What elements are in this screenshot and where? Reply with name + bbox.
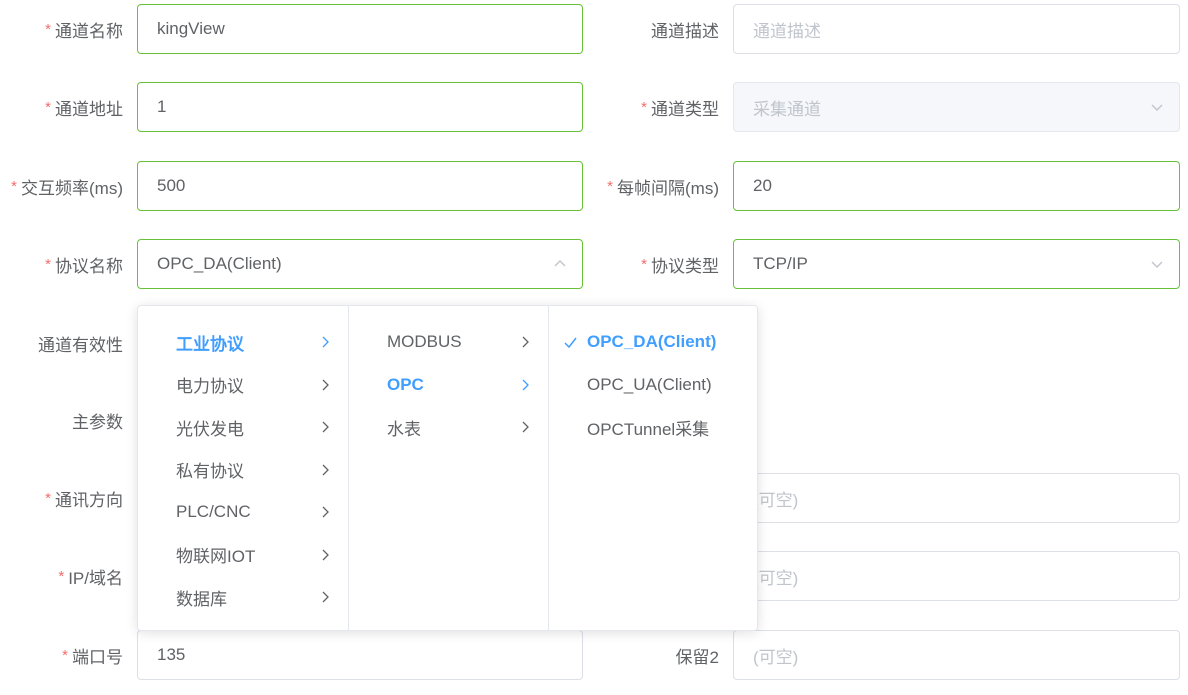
port-input[interactable]: 135 bbox=[137, 630, 583, 680]
right-optional-placeholder-1: (可空) bbox=[753, 490, 799, 510]
channel-name-input[interactable]: kingView bbox=[137, 4, 583, 54]
check-icon bbox=[564, 337, 577, 349]
cascader-option-opc[interactable]: OPC bbox=[349, 364, 548, 407]
cascader-menu-level2: MODBUS OPC 水表 bbox=[349, 306, 549, 630]
interact-freq-value: 500 bbox=[157, 176, 186, 195]
chevron-right-icon bbox=[322, 336, 329, 348]
channel-desc-label: 通道描述 bbox=[651, 21, 719, 41]
channel-addr-label: * 通道地址 bbox=[45, 98, 123, 119]
chevron-right-icon bbox=[322, 549, 329, 560]
channel-type-select[interactable]: 采集通道 bbox=[733, 82, 1180, 132]
chevron-right-icon bbox=[522, 336, 529, 348]
channel-desc-placeholder: 通道描述 bbox=[753, 21, 821, 41]
chevron-right-icon bbox=[522, 379, 529, 390]
right-optional-input-2[interactable]: (可空) bbox=[733, 551, 1180, 601]
cascader-option-pv[interactable]: 光伏发电 bbox=[138, 406, 348, 449]
required-mark: * bbox=[641, 98, 647, 116]
required-mark: * bbox=[641, 255, 647, 273]
channel-name-label: * 通道名称 bbox=[45, 20, 123, 41]
cascader-option-industrial[interactable]: 工业协议 bbox=[138, 321, 348, 364]
chevron-right-icon bbox=[322, 421, 329, 433]
channel-addr-value: 1 bbox=[157, 97, 167, 116]
channel-addr-input[interactable]: 1 bbox=[137, 82, 583, 132]
port-label: * 端口号 bbox=[62, 646, 123, 667]
chevron-right-icon bbox=[322, 506, 329, 518]
comm-direction-label: * 通讯方向 bbox=[45, 489, 123, 510]
cascader-option-opc-da[interactable]: OPC_DA(Client) bbox=[549, 321, 757, 364]
reserve2-label: 保留2 bbox=[675, 647, 719, 667]
chevron-right-icon bbox=[322, 591, 329, 603]
required-mark: * bbox=[58, 567, 65, 585]
cascader-menu-level1: 工业协议 电力协议 光伏发电 私有协议 PLC/CNC 物联网IOT 数据库 bbox=[138, 306, 349, 630]
required-mark: * bbox=[45, 255, 51, 273]
interact-freq-input[interactable]: 500 bbox=[137, 161, 583, 211]
protocol-type-select[interactable]: TCP/IP bbox=[733, 239, 1180, 289]
protocol-cascader-panel: 工业协议 电力协议 光伏发电 私有协议 PLC/CNC 物联网IOT 数据库 M… bbox=[137, 305, 758, 631]
cascader-option-iot[interactable]: 物联网IOT bbox=[138, 534, 348, 577]
chevron-up-icon bbox=[554, 260, 566, 267]
cascader-option-database[interactable]: 数据库 bbox=[138, 576, 348, 619]
reserve2-placeholder: (可空) bbox=[753, 647, 799, 667]
channel-type-value: 采集通道 bbox=[753, 99, 821, 119]
chevron-right-icon bbox=[522, 421, 529, 433]
required-mark: * bbox=[45, 98, 51, 116]
cascader-option-opc-tunnel[interactable]: OPCTunnel采集 bbox=[549, 406, 757, 449]
required-mark: * bbox=[607, 177, 614, 195]
chevron-right-icon bbox=[322, 464, 329, 475]
protocol-name-value: OPC_DA(Client) bbox=[157, 254, 282, 273]
protocol-type-label: * 协议类型 bbox=[641, 255, 719, 276]
required-mark: * bbox=[62, 646, 68, 664]
required-mark: * bbox=[45, 489, 51, 507]
cascader-option-opc-ua[interactable]: OPC_UA(Client) bbox=[549, 364, 757, 407]
interact-freq-label: * 交互频率(ms) bbox=[11, 177, 123, 198]
cascader-option-power[interactable]: 电力协议 bbox=[138, 364, 348, 407]
required-mark: * bbox=[45, 20, 51, 38]
cascader-option-water-meter[interactable]: 水表 bbox=[349, 406, 548, 449]
main-param-label: 主参数 bbox=[72, 412, 123, 432]
cascader-menu-level3: OPC_DA(Client) OPC_UA(Client) OPCTunnel采… bbox=[549, 306, 757, 630]
chevron-down-icon bbox=[1151, 261, 1163, 268]
chevron-down-icon bbox=[1151, 104, 1163, 111]
chevron-right-icon bbox=[322, 379, 329, 390]
channel-desc-input[interactable]: 通道描述 bbox=[733, 4, 1180, 54]
reserve2-input[interactable]: (可空) bbox=[733, 630, 1180, 680]
cascader-option-plc[interactable]: PLC/CNC bbox=[138, 491, 348, 534]
frame-interval-input[interactable]: 20 bbox=[733, 161, 1180, 211]
frame-interval-value: 20 bbox=[753, 176, 772, 195]
required-mark: * bbox=[11, 177, 18, 195]
channel-validity-label: 通道有效性 bbox=[38, 335, 123, 355]
cascader-option-modbus[interactable]: MODBUS bbox=[349, 321, 548, 364]
channel-type-label: * 通道类型 bbox=[641, 98, 719, 119]
port-value: 135 bbox=[157, 645, 186, 664]
channel-name-value: kingView bbox=[157, 19, 225, 38]
right-optional-placeholder-2: (可空) bbox=[753, 568, 799, 588]
protocol-type-value: TCP/IP bbox=[753, 254, 808, 273]
protocol-name-label: * 协议名称 bbox=[45, 255, 123, 276]
protocol-name-cascader[interactable]: OPC_DA(Client) bbox=[137, 239, 583, 289]
ip-domain-label: * IP/域名 bbox=[58, 567, 123, 588]
right-optional-input-1[interactable]: (可空) bbox=[733, 473, 1180, 523]
frame-interval-label: * 每帧间隔(ms) bbox=[607, 177, 719, 198]
cascader-option-private[interactable]: 私有协议 bbox=[138, 449, 348, 492]
